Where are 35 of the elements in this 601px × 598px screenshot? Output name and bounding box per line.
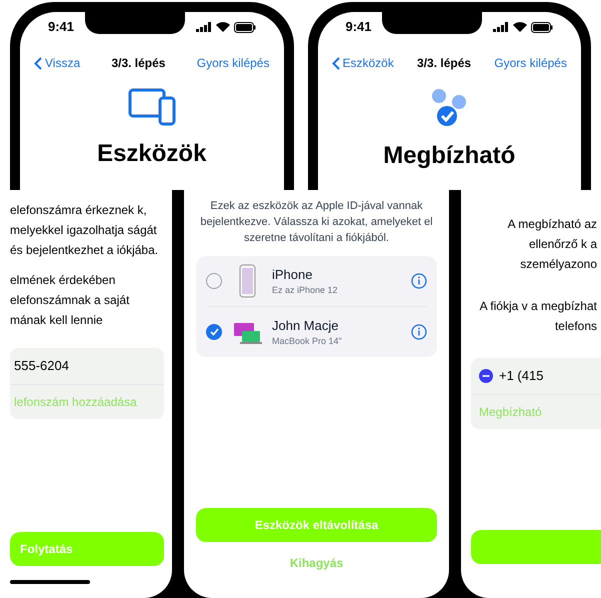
status-time: 9:41 [48,18,74,36]
battery-icon [531,22,553,32]
wifi-icon [513,22,527,32]
status-time: 9:41 [346,18,372,36]
chevron-left-icon [34,56,42,70]
device-model: MacBook Pro 14" [272,335,343,348]
phone-number: +1 (415 [499,367,544,385]
body-text: A megbízható az ellenőrző k a személyazono [506,216,598,273]
signal-icon [493,22,509,32]
step-indicator: 3/3. lépés [417,55,472,72]
back-link[interactable]: Eszközök [332,54,394,72]
step-indicator: 3/3. lépés [111,55,166,72]
battery-icon [234,22,256,32]
remove-icon[interactable] [479,368,493,383]
screen-title: Eszközök [97,139,206,169]
quick-exit-link[interactable]: Gyors kilépés [196,54,270,72]
device-name: John Macje [272,316,340,335]
device-row[interactable]: iPhone Ez az iPhone 12 [206,256,427,306]
quick-exit-link[interactable]: Gyors kilépés [494,54,567,72]
description-text: Ezek az eszközök az Apple ID-jával vannak bejelentkezve. Válassza ki azokat, amelyeket el szeretne távolítani a fiókjából. [199,199,434,246]
body-text: A fiókja v a megbízhat telefons [478,298,598,335]
devices-icon [128,86,176,126]
info-icon[interactable] [411,324,427,340]
screen-title: Megbízható [383,141,516,171]
wifi-icon [216,22,230,32]
chevron-left-icon [332,56,340,70]
phone-number: 555-6204 [10,348,164,384]
device-row[interactable]: John Macje MacBook Pro 14" [206,306,427,357]
info-icon[interactable] [411,273,427,289]
signal-icon [196,22,212,32]
back-link[interactable]: Vissza [34,54,80,72]
body-text: elefonszámra érkeznek k, melyekkel igazolhatja ságát és bejelentkezhet a iókjába. [10,202,160,259]
device-name: iPhone [272,266,314,284]
body-text: elmének érdekében elefonszámnak a saját mának kell lennie [10,272,130,329]
device-model: Ez az iPhone 12 [272,284,339,297]
